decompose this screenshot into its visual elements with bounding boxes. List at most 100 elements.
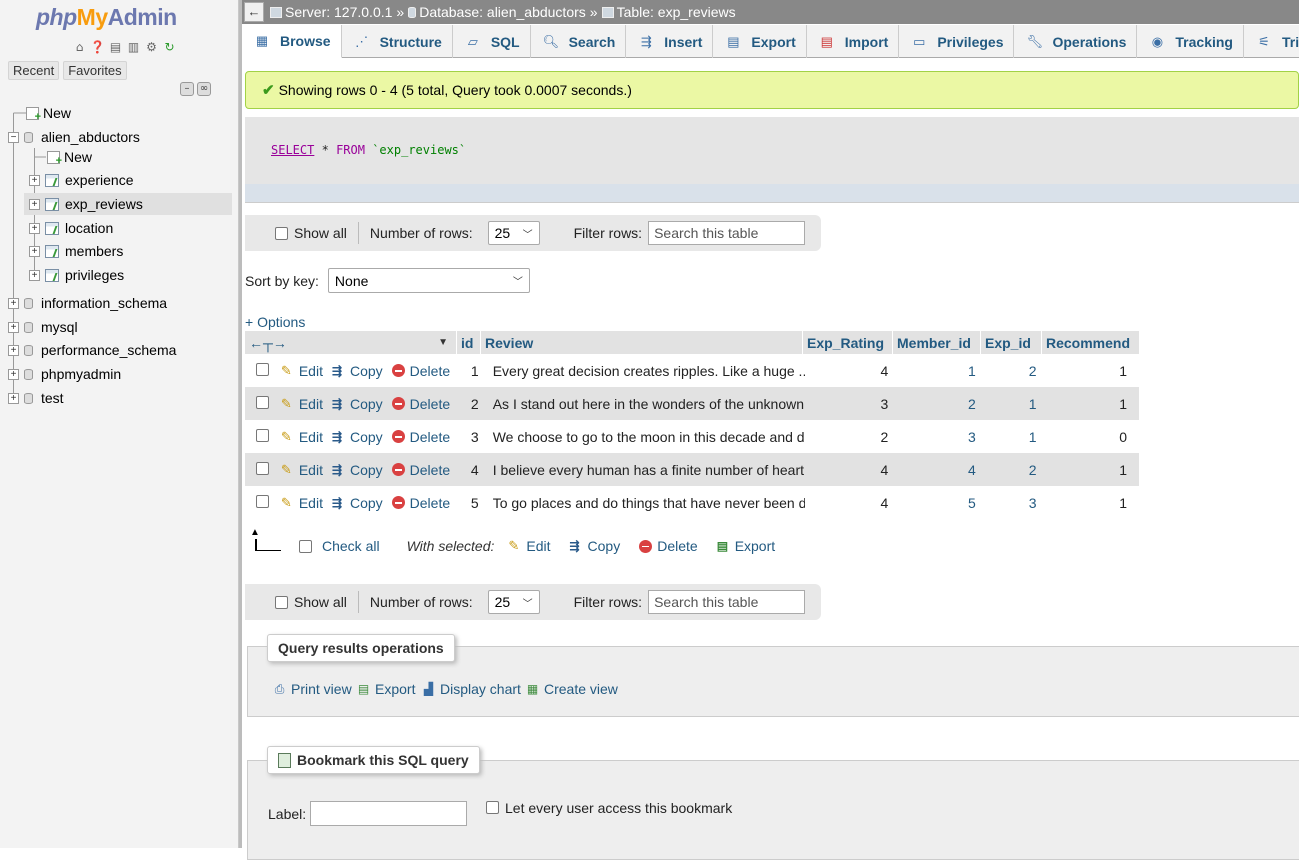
tab-export[interactable]: ▤ Export [713, 25, 807, 58]
cell-review[interactable]: To go places and do things that have nev… [485, 495, 805, 511]
edit-row-button[interactable]: ✎ Edit [281, 462, 323, 478]
cell-exp-id[interactable]: 2 [982, 462, 1043, 478]
bookmark-shared-checkbox[interactable] [486, 801, 499, 814]
cell-exp-id[interactable]: 2 [982, 363, 1043, 379]
bookmark-label-input[interactable] [310, 801, 467, 826]
filter-rows-input[interactable]: Search this table [648, 590, 806, 614]
check-all-checkbox[interactable] [299, 539, 312, 553]
cell-recommend[interactable]: 1 [1043, 396, 1139, 412]
tab-import[interactable]: ▤ Import [807, 25, 900, 58]
tree-item-location[interactable]: + location [29, 217, 113, 239]
bulk-copy-button[interactable]: ⇶ Copy [570, 538, 621, 554]
tab-browse[interactable]: ▦ Browse [242, 25, 342, 58]
cell-recommend[interactable]: 1 [1043, 495, 1139, 511]
cell-exp-rating[interactable]: 3 [805, 396, 895, 412]
cell-id[interactable]: 2 [457, 396, 485, 412]
copy-row-button[interactable]: ⇶ Copy [332, 363, 383, 379]
copy-row-button[interactable]: ⇶ Copy [332, 495, 383, 511]
cell-exp-id[interactable]: 1 [982, 429, 1043, 445]
tree-item-information-schema[interactable]: + information_schema [8, 292, 167, 314]
expand-icon[interactable]: + [29, 245, 40, 257]
expand-icon[interactable]: + [8, 368, 19, 380]
tree-item-alien-abductors[interactable]: − alien_abductors [8, 126, 140, 148]
bulk-export-button[interactable]: ▤ Export [717, 538, 775, 554]
column-resize-icon[interactable]: ←┬→ [249, 335, 287, 351]
column-header-id[interactable]: id [457, 331, 481, 354]
column-header-exp-rating[interactable]: Exp_Rating [803, 331, 893, 354]
expand-icon[interactable]: + [8, 344, 19, 356]
edit-row-button[interactable]: ✎ Edit [281, 396, 323, 412]
tree-item-mysql[interactable]: + mysql [8, 316, 78, 338]
expand-icon[interactable]: + [29, 222, 40, 234]
create-view-link[interactable]: ▦ Create view [525, 681, 618, 697]
tree-item-test[interactable]: + test [8, 387, 64, 409]
tab-tracking[interactable]: ◉ Tracking [1137, 25, 1244, 58]
cell-review[interactable]: We choose to go to the moon in this deca… [485, 429, 805, 445]
cell-review[interactable]: I believe every human has a finite numbe… [485, 462, 805, 478]
panel-splitter[interactable] [239, 0, 242, 848]
tab-operations[interactable]: 🔧︎ Operations [1014, 25, 1138, 58]
show-all-checkbox[interactable] [275, 595, 288, 609]
expand-icon[interactable]: + [8, 297, 19, 309]
delete-row-button[interactable]: Delete [391, 363, 450, 379]
check-all-label[interactable]: Check all [322, 538, 380, 554]
tab-structure[interactable]: ⋰ Structure [342, 25, 453, 58]
row-checkbox[interactable] [256, 362, 269, 376]
tree-item-experience[interactable]: + experience [29, 169, 134, 191]
cell-exp-rating[interactable]: 4 [805, 363, 895, 379]
number-of-rows-select[interactable]: 25 ﹀ [487, 221, 540, 245]
sort-by-key-select[interactable]: None ﹀ [327, 268, 530, 293]
edit-row-button[interactable]: ✎ Edit [281, 495, 323, 511]
cell-exp-id[interactable]: 3 [982, 495, 1043, 511]
delete-row-button[interactable]: Delete [391, 429, 450, 445]
copy-row-button[interactable]: ⇶ Copy [332, 429, 383, 445]
copy-row-button[interactable]: ⇶ Copy [332, 462, 383, 478]
print-view-link[interactable]: ⎙ Print view [272, 681, 352, 697]
bulk-delete-button[interactable]: Delete [639, 538, 698, 554]
tab-sql[interactable]: ▱ SQL [453, 25, 531, 58]
sql-query-text[interactable]: SELECT * FROM `exp_reviews` [271, 143, 466, 157]
row-checkbox[interactable] [256, 395, 269, 409]
breadcrumb-server[interactable]: Server: 127.0.0.1 [285, 4, 392, 20]
cell-recommend[interactable]: 1 [1043, 363, 1139, 379]
cell-member-id[interactable]: 1 [894, 363, 982, 379]
expand-icon[interactable]: + [29, 269, 40, 281]
cell-exp-rating[interactable]: 2 [805, 429, 895, 445]
tree-item-new[interactable]: New [26, 102, 71, 124]
cell-exp-id[interactable]: 1 [982, 396, 1043, 412]
display-chart-link[interactable]: ▟ Display chart [421, 681, 521, 697]
tab-insert[interactable]: ⇶ Insert [626, 25, 714, 58]
tab-triggers[interactable]: ⚟ Triggers [1244, 25, 1299, 58]
expand-icon[interactable]: + [8, 392, 19, 404]
cell-recommend[interactable]: 1 [1043, 462, 1139, 478]
tree-item-phpmyadmin[interactable]: + phpmyadmin [8, 363, 121, 385]
cell-member-id[interactable]: 4 [894, 462, 982, 478]
delete-row-button[interactable]: Delete [391, 495, 450, 511]
cell-exp-rating[interactable]: 4 [805, 495, 895, 511]
column-menu-icon[interactable]: ▼ [438, 337, 448, 348]
delete-row-button[interactable]: Delete [391, 396, 450, 412]
export-link[interactable]: ▤ Export [356, 681, 416, 697]
cell-id[interactable]: 3 [457, 429, 485, 445]
number-of-rows-select[interactable]: 25 ﹀ [487, 590, 540, 614]
cell-review[interactable]: As I stand out here in the wonders of th… [485, 396, 805, 412]
column-header-recommend[interactable]: Recommend [1042, 331, 1139, 354]
bulk-edit-button[interactable]: ✎ Edit [508, 538, 550, 554]
cell-id[interactable]: 4 [457, 462, 485, 478]
edit-row-button[interactable]: ✎ Edit [281, 429, 323, 445]
filter-rows-input[interactable]: Search this table [648, 221, 806, 245]
row-checkbox[interactable] [256, 461, 269, 475]
cell-review[interactable]: Every great decision creates ripples. Li… [485, 363, 805, 379]
collapse-icon[interactable]: − [8, 131, 19, 143]
tree-item-performance-schema[interactable]: + performance_schema [8, 339, 176, 361]
tab-privileges[interactable]: ▭ Privileges [899, 25, 1015, 58]
tree-item-privileges[interactable]: + privileges [29, 264, 124, 286]
column-header-exp-id[interactable]: Exp_id [981, 331, 1042, 354]
cell-recommend[interactable]: 0 [1043, 429, 1139, 445]
edit-row-button[interactable]: ✎ Edit [281, 363, 323, 379]
expand-icon[interactable]: + [29, 198, 40, 210]
cell-member-id[interactable]: 5 [894, 495, 982, 511]
tree-item-exp-reviews[interactable]: + exp_reviews [24, 193, 232, 215]
tab-search[interactable]: 🔍︎ Search [531, 25, 627, 58]
row-checkbox[interactable] [256, 428, 269, 442]
